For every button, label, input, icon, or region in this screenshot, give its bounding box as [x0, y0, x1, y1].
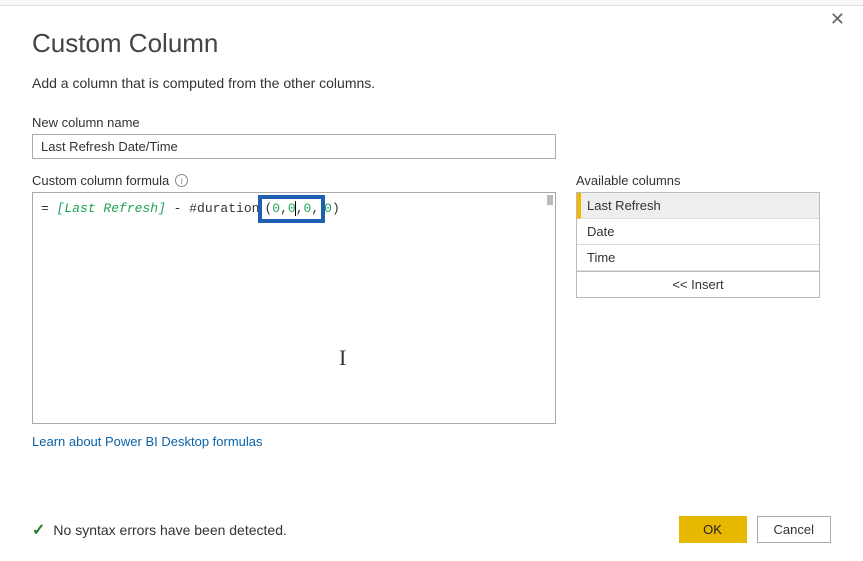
- info-icon[interactable]: i: [175, 174, 188, 187]
- scrollbar-thumb[interactable]: [547, 195, 553, 205]
- available-column-item[interactable]: Time: [577, 245, 819, 271]
- check-icon: ✓: [32, 520, 45, 540]
- formula-label: Custom column formula i: [32, 173, 556, 188]
- close-paren: ): [332, 201, 340, 216]
- insert-button[interactable]: << Insert: [576, 271, 820, 298]
- comma1: ,: [280, 201, 288, 216]
- comma2: ,: [296, 201, 304, 216]
- dialog-subtitle: Add a column that is computed from the o…: [32, 75, 831, 91]
- dialog-footer: ✓ No syntax errors have been detected. O…: [32, 516, 831, 543]
- cancel-button[interactable]: Cancel: [757, 516, 831, 543]
- comma3: ,: [311, 201, 319, 216]
- dialog-title: Custom Column: [32, 28, 831, 59]
- available-columns-list: Last Refresh Date Time: [576, 192, 820, 271]
- close-icon[interactable]: ✕: [830, 10, 845, 28]
- available-column-item[interactable]: Last Refresh: [577, 193, 819, 219]
- formula-editor[interactable]: = [Last Refresh] - #duration(0,0,0,0) I: [32, 192, 556, 424]
- custom-column-dialog: Custom Column Add a column that is compu…: [0, 6, 863, 449]
- dialog-buttons: OK Cancel: [679, 516, 831, 543]
- formula-prefix: =: [41, 201, 57, 216]
- column-name-input[interactable]: [32, 134, 556, 159]
- learn-formulas-link[interactable]: Learn about Power BI Desktop formulas: [32, 434, 263, 449]
- formula-args-highlight: (0,0,0,: [258, 195, 325, 223]
- formula-column-ref: [Last Refresh]: [57, 201, 166, 216]
- syntax-status: ✓ No syntax errors have been detected.: [32, 520, 287, 540]
- available-column-item[interactable]: Date: [577, 219, 819, 245]
- arg1: 0: [272, 201, 280, 216]
- column-name-label: New column name: [32, 115, 831, 130]
- formula-function: - #duration: [166, 201, 260, 216]
- formula-label-text: Custom column formula: [32, 173, 169, 188]
- available-columns-label: Available columns: [576, 173, 820, 188]
- ok-button[interactable]: OK: [679, 516, 747, 543]
- ibeam-cursor-icon: I: [339, 341, 346, 374]
- arg4: 0: [324, 201, 332, 216]
- status-text: No syntax errors have been detected.: [53, 522, 286, 538]
